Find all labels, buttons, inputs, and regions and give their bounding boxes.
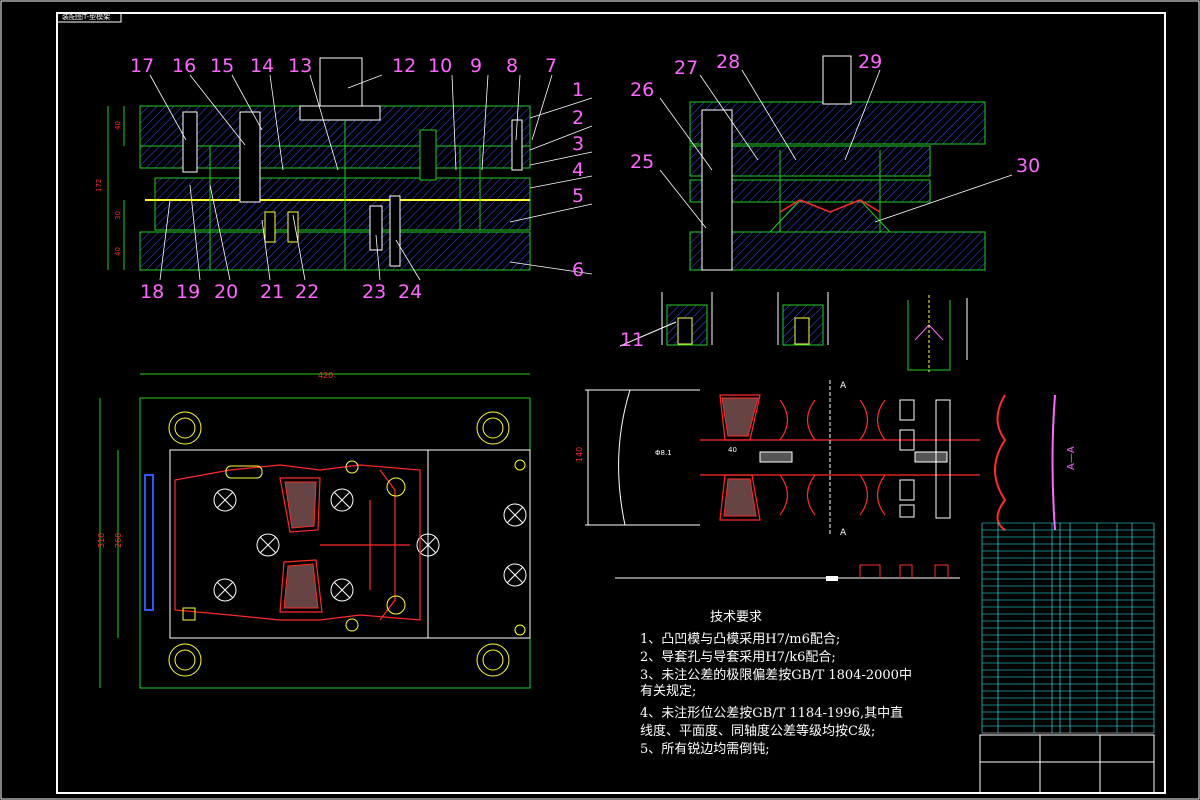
callout-6: 6: [572, 259, 584, 281]
callout-7: 7: [545, 55, 557, 77]
dim-plan-width: 420: [318, 371, 333, 380]
tech-note-3b: 有关规定;: [640, 684, 697, 699]
callout-26: 26: [630, 79, 654, 101]
tech-note-4: 4、未注形位公差按GB/T 1184-1996,其中直: [640, 706, 904, 721]
callout-29: 29: [858, 51, 882, 73]
callout-23: 23: [362, 281, 386, 303]
callout-30: 30: [1016, 155, 1040, 177]
callout-22: 22: [295, 281, 319, 303]
callout-5: 5: [572, 185, 584, 207]
detail-views: 11: [619, 292, 968, 372]
cad-drawing-sheet: 172 40 30 40 17 16 15 14 13 12 10 9 8 7 …: [0, 0, 1200, 800]
callout-8: 8: [506, 55, 518, 77]
callout-4: 4: [572, 159, 584, 181]
dim-plan-height: 310: [97, 533, 106, 548]
callout-24: 24: [398, 281, 422, 303]
callout-13: 13: [288, 55, 312, 77]
tech-note-5: 5、所有锐边均需倒钝;: [640, 742, 770, 757]
dim-top-plate: 40: [114, 121, 122, 130]
callout-2: 2: [572, 107, 584, 129]
callout-17: 17: [130, 55, 154, 77]
callout-21: 21: [260, 281, 284, 303]
callout-10: 10: [428, 55, 452, 77]
dim-overall-height: 172: [95, 179, 103, 192]
dim-pilot-hole: Φ8.1: [655, 449, 672, 457]
dim-strip-width: 140: [575, 447, 584, 462]
tech-note-3: 3、未注公差的极限偏差按GB/T 1804-2000中: [640, 668, 912, 683]
dim-plan-inner: 260: [114, 533, 123, 548]
title-block: [979, 734, 1155, 794]
tech-note-4b: 线度、平面度、同轴度公差等级均按C级;: [640, 724, 876, 739]
callout-12: 12: [392, 55, 416, 77]
dim-die: 30: [114, 211, 122, 220]
callout-11: 11: [620, 329, 644, 351]
callout-18: 18: [140, 281, 164, 303]
section-mark-bottom: A: [840, 528, 847, 538]
plan-view: 420 310 260: [97, 371, 531, 689]
callout-14: 14: [250, 55, 274, 77]
callout-15: 15: [210, 55, 234, 77]
callout-16: 16: [172, 55, 196, 77]
callout-9: 9: [470, 55, 482, 77]
callout-27: 27: [674, 57, 698, 79]
callout-20: 20: [214, 281, 238, 303]
tech-note-1: 1、凸凹模与凸模采用H7/m6配合;: [640, 632, 841, 647]
callout-3: 3: [572, 133, 584, 155]
bom-table: [981, 522, 1155, 734]
callout-1: 1: [572, 79, 584, 101]
section-mark-top: A: [840, 381, 847, 391]
main-section-view: 172 40 30 40 17 16 15 14 13 12 10 9 8 7 …: [95, 55, 593, 303]
callout-25: 25: [630, 151, 654, 173]
tech-notes-title: 技术要求: [710, 610, 763, 625]
drawing-corner-label: 装配图T-型模架: [62, 13, 111, 21]
dim-bottom-plate: 40: [114, 247, 122, 256]
side-section-view: 26 27 28 29 30 25: [630, 51, 1040, 271]
callout-28: 28: [716, 51, 740, 73]
section-label: A—A: [1066, 446, 1077, 470]
callout-19: 19: [176, 281, 200, 303]
tech-note-2: 2、导套孔与导套采用H7/k6配合;: [640, 650, 836, 665]
dim-pitch: 40: [728, 446, 737, 454]
